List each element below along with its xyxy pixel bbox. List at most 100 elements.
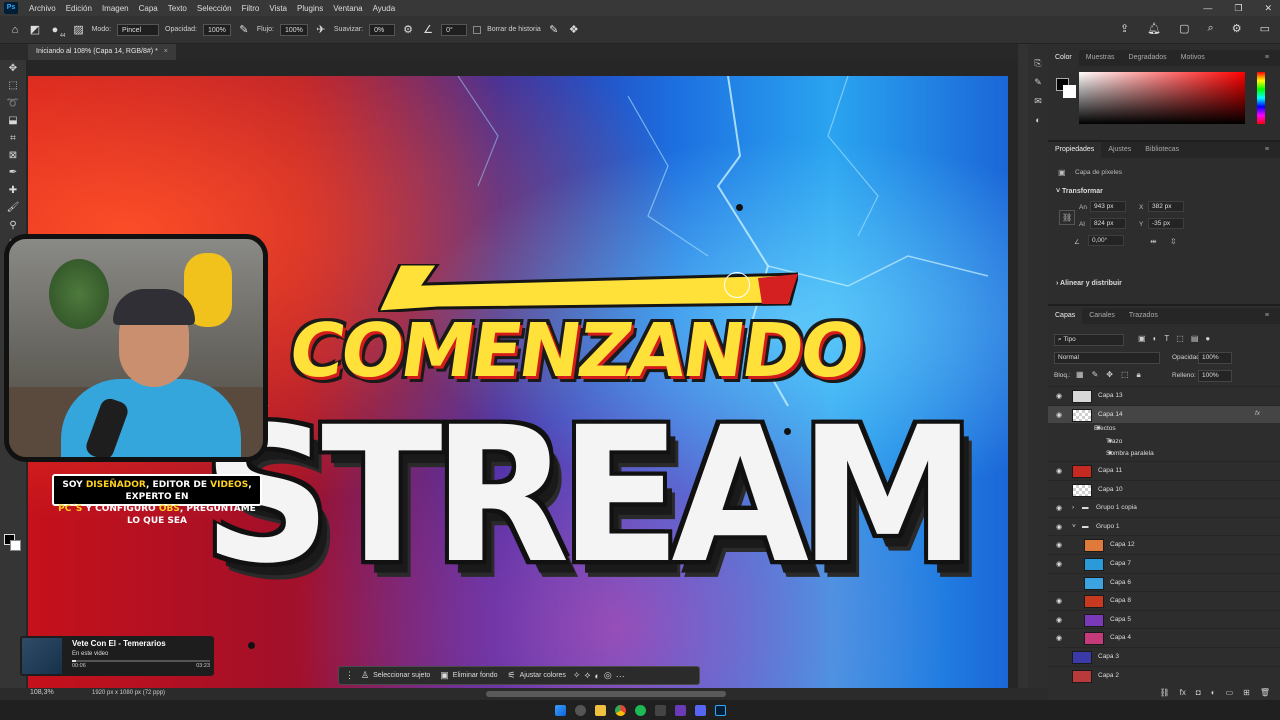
- move-tool-icon[interactable]: ✥: [5, 60, 21, 77]
- lock-image-icon[interactable]: ✎: [1092, 370, 1099, 380]
- close-tab-icon[interactable]: ×: [164, 48, 168, 55]
- home-icon[interactable]: ⌂: [8, 23, 22, 37]
- eye-icon[interactable]: ◉: [1056, 634, 1062, 642]
- airbrush-icon[interactable]: ✈: [314, 23, 328, 37]
- panel-menu-icon[interactable]: ≡: [1258, 50, 1276, 66]
- menu-filtro[interactable]: Filtro: [237, 4, 265, 13]
- layer-row[interactable]: ◉ Capa 14 fx: [1048, 404, 1280, 424]
- brush-settings-icon[interactable]: ▨: [72, 23, 86, 37]
- workspace-switch-icon[interactable]: ▭: [1260, 22, 1270, 35]
- panel-menu-icon[interactable]: ≡: [1258, 142, 1276, 158]
- filter-adjust-icon[interactable]: ◐: [1153, 334, 1158, 343]
- object-select-tool-icon[interactable]: ⬓: [5, 112, 21, 129]
- eye-icon[interactable]: ◉: [1056, 392, 1062, 400]
- layer-group-row[interactable]: ◉ ˅ ▬ Grupo 1: [1048, 516, 1280, 536]
- zoom-level[interactable]: 108,3%: [30, 689, 54, 696]
- history-icon[interactable]: ⎘: [1034, 58, 1041, 69]
- smoothing-field[interactable]: 0%: [369, 23, 396, 36]
- lock-transparent-icon[interactable]: ▦: [1076, 370, 1084, 380]
- layer-opacity-field[interactable]: 100%: [1198, 352, 1232, 364]
- layer-row[interactable]: ◉ Capa 12: [1048, 535, 1280, 554]
- adjust-colors-button[interactable]: ⚟ Ajustar colores: [505, 670, 569, 681]
- eye-icon[interactable]: ◉: [1056, 616, 1062, 624]
- menu-plugins[interactable]: Plugins: [292, 4, 328, 13]
- add-mask-icon[interactable]: ◘: [1196, 688, 1201, 697]
- tab-color[interactable]: Color: [1048, 50, 1079, 66]
- pressure-size-icon[interactable]: ✎: [547, 23, 561, 37]
- brush-settings-panel-icon[interactable]: ✎: [1034, 77, 1042, 88]
- eye-icon[interactable]: ◉: [1056, 560, 1062, 568]
- color-field[interactable]: [1079, 72, 1245, 124]
- app-icon[interactable]: [654, 704, 666, 716]
- close-icon[interactable]: ✕: [1264, 3, 1272, 14]
- layer-effect-row[interactable]: ◉ Sombra paralela: [1048, 448, 1280, 461]
- menu-ventana[interactable]: Ventana: [328, 4, 367, 13]
- menu-capa[interactable]: Capa: [134, 4, 163, 13]
- eye-icon[interactable]: ◉: [1056, 504, 1062, 512]
- eye-icon[interactable]: ◉: [1056, 467, 1062, 475]
- eyedropper-tool-icon[interactable]: ✒: [5, 164, 21, 181]
- lock-position-icon[interactable]: ✥: [1106, 370, 1113, 380]
- crop-tool-icon[interactable]: ⌗: [5, 130, 21, 147]
- eye-icon[interactable]: ◉: [1056, 411, 1062, 419]
- width-field[interactable]: 943 px: [1090, 201, 1126, 212]
- remove-background-button[interactable]: ▣ Eliminar fondo: [437, 670, 500, 681]
- layer-row[interactable]: ◉ Capa 4: [1048, 628, 1280, 647]
- adjustment-layer-icon[interactable]: ◐: [1211, 688, 1216, 697]
- now-playing-card[interactable]: Vete Con El - Temerarios En este video 0…: [20, 636, 214, 676]
- menu-ayuda[interactable]: Ayuda: [368, 4, 401, 13]
- y-field[interactable]: -35 px: [1148, 218, 1184, 229]
- adjustment-icon[interactable]: ◐: [594, 671, 599, 681]
- photoshop-icon[interactable]: [714, 704, 726, 716]
- erase-history-checkbox[interactable]: [473, 25, 482, 34]
- new-layer-icon[interactable]: ⊞: [1243, 688, 1250, 697]
- angle-field[interactable]: 0°: [441, 23, 468, 36]
- layer-effect-row[interactable]: ◉ Trazo: [1048, 436, 1280, 449]
- hue-slider[interactable]: [1257, 72, 1265, 124]
- tab-patterns[interactable]: Motivos: [1174, 50, 1212, 66]
- eraser-tool-icon[interactable]: ◩: [28, 23, 42, 37]
- filter-type-icon[interactable]: T: [1164, 334, 1169, 343]
- layer-row[interactable]: Capa 10: [1048, 479, 1280, 499]
- tab-channels[interactable]: Canales: [1082, 308, 1122, 324]
- background-color-icon[interactable]: [10, 540, 21, 551]
- spotify-icon[interactable]: [634, 704, 646, 716]
- filter-shape-icon[interactable]: ⬚: [1176, 334, 1184, 343]
- x-field[interactable]: 382 px: [1148, 201, 1184, 212]
- menu-archivo[interactable]: Archivo: [24, 4, 61, 13]
- magic-select-icon[interactable]: ✧: [573, 670, 581, 681]
- layer-row[interactable]: ◉ Capa 5: [1048, 609, 1280, 629]
- stamp-tool-icon[interactable]: ⚲: [5, 217, 21, 234]
- select-subject-button[interactable]: ♙ Seleccionar sujeto: [358, 670, 433, 681]
- panel-menu-icon[interactable]: ≡: [1258, 308, 1276, 324]
- app-icon[interactable]: [674, 704, 686, 716]
- tab-libraries[interactable]: Bibliotecas: [1138, 142, 1186, 158]
- lasso-tool-icon[interactable]: ➰: [5, 95, 21, 112]
- fx-icon[interactable]: fx: [1180, 688, 1186, 697]
- group-expander-icon[interactable]: ˅: [1072, 523, 1076, 530]
- flip-vertical-icon[interactable]: ⇳: [1170, 237, 1177, 246]
- layer-row[interactable]: ◉ Capa 7: [1048, 553, 1280, 573]
- layer-effect-row[interactable]: ◉ Efectos: [1048, 423, 1280, 436]
- menu-seleccion[interactable]: Selección: [192, 4, 237, 13]
- settings-icon[interactable]: ⚙: [1232, 22, 1242, 35]
- symmetry-icon[interactable]: ❖: [567, 23, 581, 37]
- tab-swatches[interactable]: Muestras: [1079, 50, 1122, 66]
- tab-adjustments[interactable]: Ajustes: [1101, 142, 1138, 158]
- minimize-icon[interactable]: —: [1203, 3, 1212, 13]
- mode-select[interactable]: Pincel: [117, 23, 160, 36]
- blend-mode-select[interactable]: Normal: [1054, 352, 1160, 364]
- tab-properties[interactable]: Propiedades: [1048, 142, 1102, 158]
- healing-tool-icon[interactable]: ✚: [5, 182, 21, 199]
- lock-all-icon[interactable]: 🔒︎: [1137, 370, 1141, 380]
- menu-vista[interactable]: Vista: [264, 4, 292, 13]
- eye-icon[interactable]: ◉: [1056, 523, 1062, 531]
- horizontal-scrollbar[interactable]: [486, 691, 726, 697]
- layer-row[interactable]: Capa 2: [1048, 665, 1280, 685]
- workspace-icon[interactable]: ▢: [1179, 22, 1189, 35]
- layer-row[interactable]: Capa 6: [1048, 572, 1280, 592]
- file-explorer-icon[interactable]: [594, 704, 606, 716]
- pressure-opacity-icon[interactable]: ✎: [237, 23, 251, 37]
- layer-row[interactable]: ◉ Capa 13: [1048, 386, 1280, 405]
- lasso-icon[interactable]: ⟡: [584, 670, 590, 681]
